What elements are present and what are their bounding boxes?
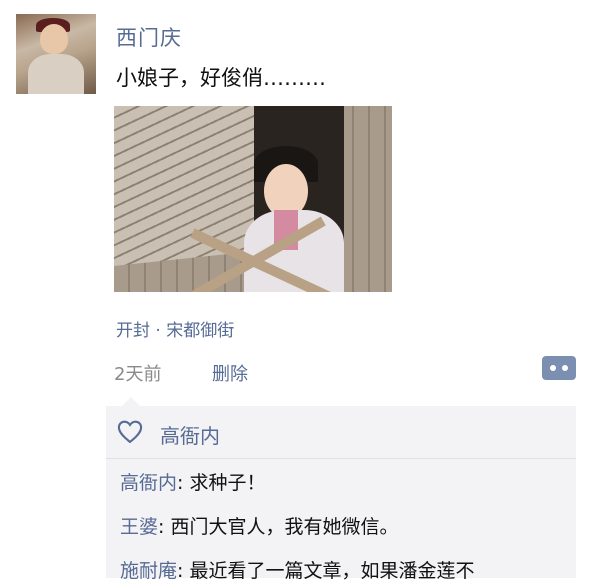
post-location[interactable]: 开封 · 宋都御街 <box>116 316 234 341</box>
avatar-body <box>28 54 84 94</box>
comment-separator: : <box>177 560 190 582</box>
likes-row: 高衙内 <box>106 406 576 459</box>
delete-button[interactable]: 删除 <box>212 360 248 386</box>
comment-separator: : <box>158 516 171 538</box>
comment-author[interactable]: 王婆 <box>120 516 158 538</box>
comment-dots-icon[interactable] <box>542 356 576 380</box>
interactions-panel: 高衙内 高衙内: 求种子！ 王婆: 西门大官人，我有她微信。 施耐庵: 最近看了… <box>106 397 576 582</box>
post-image[interactable] <box>114 106 392 292</box>
avatar-face <box>40 24 68 54</box>
post-author[interactable]: 西门庆 <box>116 22 182 52</box>
like-user[interactable]: 高衙内 <box>160 420 220 449</box>
comment-text: 最近看了一篇文章，如果潘金莲不 <box>189 560 475 582</box>
comment-author[interactable]: 高衙内 <box>120 472 177 494</box>
post-time: 2天前 <box>114 364 162 385</box>
post-text: 小娘子，好俊俏……… <box>116 66 326 90</box>
comment-author[interactable]: 施耐庵 <box>120 560 177 582</box>
heart-outline-icon <box>117 420 143 444</box>
comment-text: 西门大官人，我有她微信。 <box>170 516 399 538</box>
comment-item[interactable]: 高衙内: 求种子！ <box>120 468 265 495</box>
avatar[interactable] <box>16 14 96 94</box>
comment-separator: : <box>177 472 190 494</box>
comment-text: 求种子！ <box>189 472 266 494</box>
image-shutter <box>114 106 254 267</box>
comment-item[interactable]: 王婆: 西门大官人，我有她微信。 <box>120 512 398 539</box>
comment-item[interactable]: 施耐庵: 最近看了一篇文章，如果潘金莲不 <box>120 556 474 583</box>
